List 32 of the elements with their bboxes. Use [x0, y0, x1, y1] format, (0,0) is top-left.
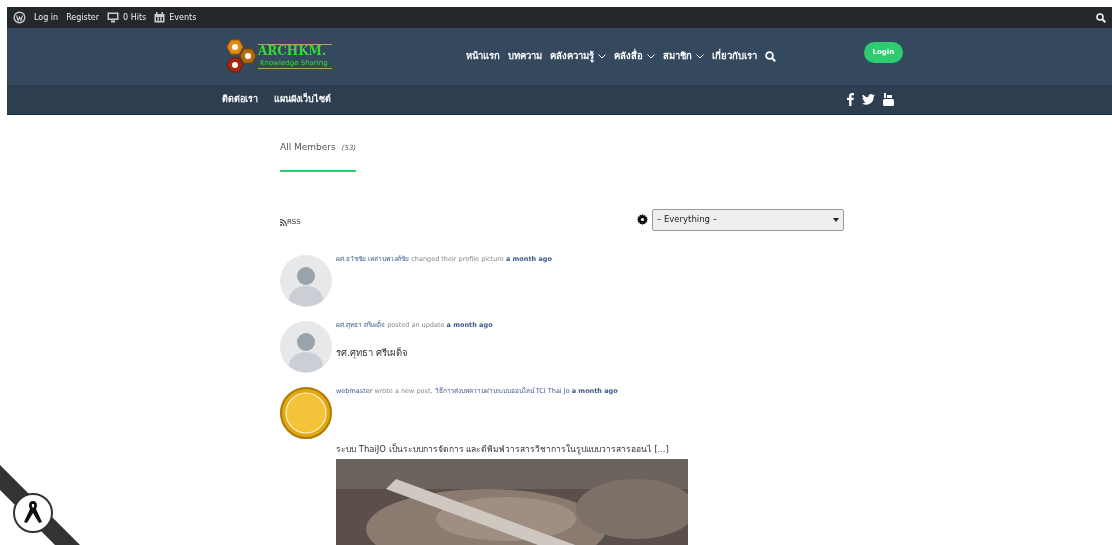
settings-icon[interactable] — [637, 214, 648, 225]
nav-link[interactable]: คลังสื่อ — [613, 49, 655, 64]
mourning-ribbon-icon — [0, 465, 80, 545]
hits-label: 0 Hits — [123, 11, 147, 24]
avatar-icon — [280, 386, 332, 439]
nav-link[interactable]: แผนผังเว็บไซต์ — [274, 92, 331, 107]
avatar-icon — [280, 254, 332, 307]
caret-icon — [833, 217, 839, 222]
nav-link[interactable]: หน้าแรก — [465, 49, 500, 64]
nav-link[interactable]: บทความ — [507, 49, 542, 64]
calendar-icon — [154, 12, 166, 23]
twitter-icon[interactable] — [862, 94, 875, 105]
nav-link[interactable]: ติดต่อเรา — [222, 92, 258, 107]
activity-filter-select[interactable]: – Everything – — [652, 208, 844, 231]
events-label: Events — [169, 11, 197, 24]
nav-link[interactable]: เกี่ยวกับเรา — [711, 49, 757, 64]
nav-link[interactable]: คลังความรู้ — [549, 49, 606, 64]
post-excerpt: ระบบ ThaiJO เป็นระบบการจัดการ และตีพิมพ์วารสารวิชาการในรูปแบบวารสารออนไ [...] — [336, 442, 670, 456]
avatar-icon — [280, 320, 332, 373]
search-icon[interactable] — [1096, 12, 1106, 23]
wordpress-logo-icon[interactable] — [13, 11, 26, 24]
nav-link[interactable]: สมาชิก — [662, 49, 704, 64]
logo-title: ARCHKM. — [258, 45, 328, 59]
rss-icon — [280, 219, 287, 226]
link-link[interactable]: Log in — [34, 11, 59, 24]
facebook-icon[interactable] — [847, 93, 854, 106]
activity-content: รศ.ศุทธา ศรีเผด็จ — [336, 346, 410, 361]
link-link[interactable]: Register — [66, 11, 100, 24]
monitor-icon — [107, 12, 120, 23]
events-link[interactable]: Events — [154, 11, 197, 24]
search-icon[interactable] — [764, 51, 776, 62]
hits-link[interactable]: 0 Hits — [107, 11, 147, 24]
